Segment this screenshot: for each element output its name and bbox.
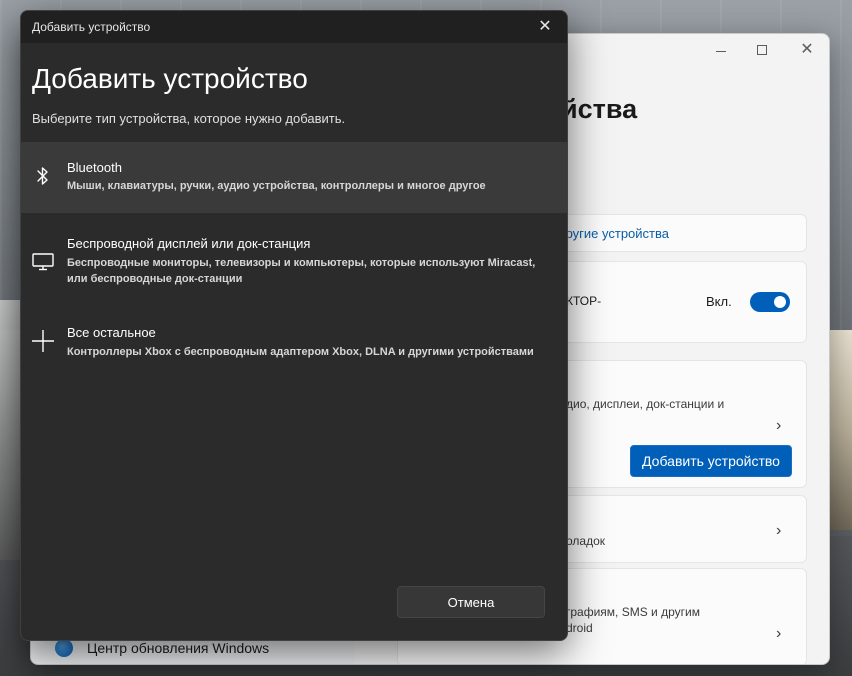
bluetooth-toggle[interactable] [750,292,790,312]
maximize-icon [757,45,767,55]
dialog-subtitle: Выберите тип устройства, которое нужно д… [32,111,346,126]
chevron-right-icon: › [776,417,782,434]
bluetooth-toggle-label: Вкл. [706,294,732,309]
option-title: Беспроводной дисплей или док-станция [67,236,311,251]
dialog-heading: Добавить устройство [32,63,308,94]
settings-close-button[interactable]: ✕ [797,40,817,60]
minimize-icon [716,50,726,52]
monitor-icon [31,250,55,274]
chevron-right-icon: › [776,522,782,539]
bluetooth-icon [31,164,55,188]
option-title: Bluetooth [67,160,122,175]
phone-card-description-line2: droid [566,621,593,635]
phone-card-description-line1: графиям, SMS и другим [566,605,700,619]
add-device-description: дио, дисплеи, док-станции и [566,397,725,411]
dialog-title-text: Добавить устройство [32,20,151,34]
option-bluetooth[interactable]: Bluetooth Мыши, клавиатуры, ручки, аудио… [21,142,567,213]
option-description: Контроллеры Xbox с беспроводным адаптеро… [67,346,534,358]
chevron-right-icon: › [776,625,782,642]
close-icon[interactable]: ✕ [533,16,557,38]
option-description: Мыши, клавиатуры, ручки, аудио устройств… [67,180,486,192]
sidebar-item-label: Центр обновления Windows [87,640,270,656]
add-device-dialog: Добавить устройство ✕ Добавить устройств… [20,10,568,641]
plus-icon [31,329,55,353]
option-description: Беспроводные мониторы, телевизоры и комп… [67,257,536,285]
windows-update-icon [55,639,73,657]
option-title: Все остальное [67,325,156,340]
other-devices-link[interactable]: другие устройства [558,226,669,241]
maximize-button[interactable] [752,40,772,60]
add-device-button[interactable]: Добавить устройство [630,445,792,477]
minimize-button[interactable] [711,40,731,60]
option-wireless-display[interactable]: Беспроводной дисплей или док-станция Бес… [21,223,567,299]
bluetooth-device-name: КТОР- [566,294,602,308]
page-title: йства [561,94,638,124]
cancel-button[interactable]: Отмена [397,586,545,618]
mouse-card-description: оладок [566,534,606,548]
option-everything-else[interactable]: Все остальное Контроллеры Xbox с беспров… [21,313,567,389]
dialog-titlebar: Добавить устройство ✕ [21,11,567,43]
